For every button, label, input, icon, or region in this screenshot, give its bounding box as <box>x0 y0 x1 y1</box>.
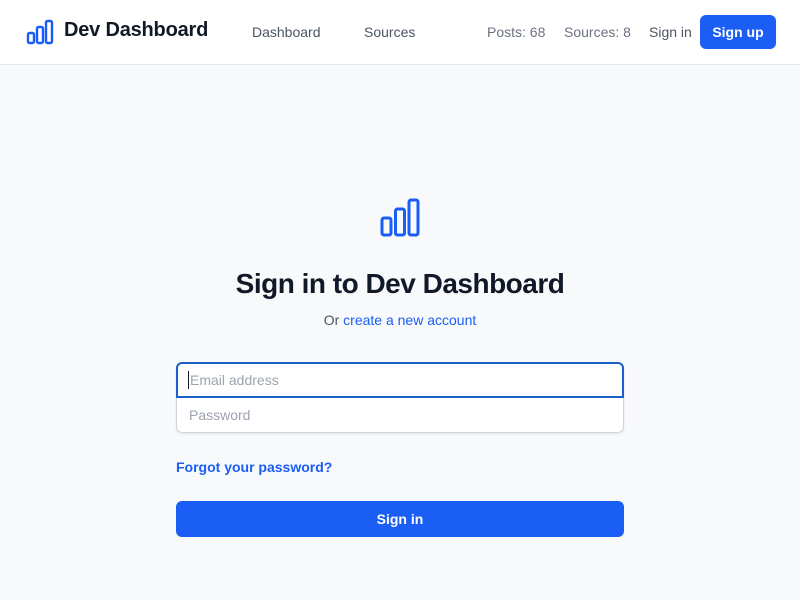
page-title: Sign in to Dev Dashboard <box>235 268 565 299</box>
sign-up-button[interactable]: Sign up <box>700 15 776 49</box>
subtitle: Or create a new account <box>0 312 800 328</box>
sign-in-button[interactable]: Sign in <box>176 501 624 537</box>
subtitle-prefix: Or <box>323 312 344 328</box>
bar-chart-icon <box>380 198 420 237</box>
forgot-password-link[interactable]: Forgot your password? <box>176 459 332 475</box>
credentials-group <box>176 362 624 433</box>
password-field[interactable] <box>176 397 624 433</box>
posts-count: Posts: 68 <box>487 24 546 40</box>
top-nav-bar: Dev Dashboard Dashboard Sources Posts: 6… <box>0 0 800 65</box>
bar-chart-icon[interactable] <box>26 18 54 46</box>
nav-link-sources[interactable]: Sources <box>364 24 415 40</box>
text-caret <box>188 371 189 389</box>
sign-in-link[interactable]: Sign in <box>649 24 692 40</box>
sources-count: Sources: 8 <box>564 24 631 40</box>
create-account-link[interactable]: create a new account <box>343 312 476 328</box>
nav-link-dashboard[interactable]: Dashboard <box>252 24 321 40</box>
brand-name[interactable]: Dev Dashboard <box>64 19 208 42</box>
email-field[interactable] <box>176 362 624 398</box>
